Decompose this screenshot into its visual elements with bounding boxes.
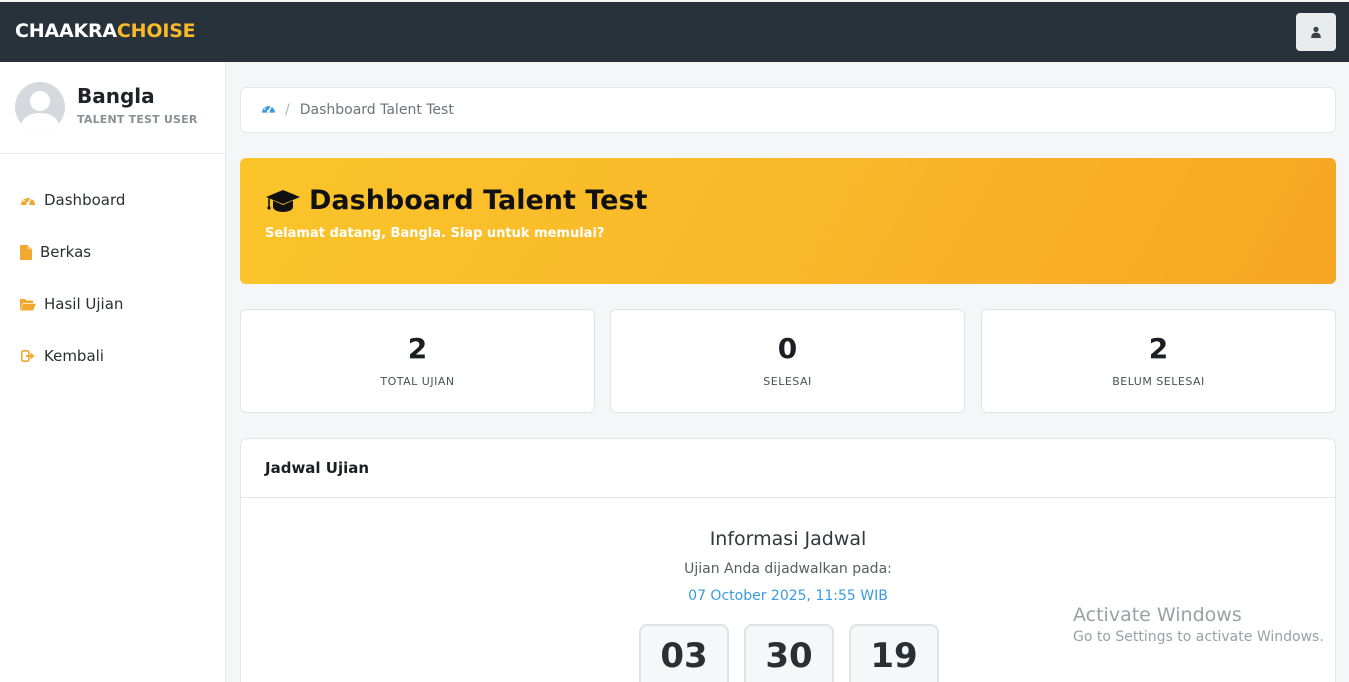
stat-selesai: 0 SELESAI xyxy=(610,309,965,413)
user-menu-button[interactable] xyxy=(1296,13,1336,51)
countdown-timer: 03 30 19 xyxy=(639,624,939,682)
profile-name: Bangla xyxy=(77,84,155,108)
welcome-banner: Dashboard Talent Test Selamat datang, Ba… xyxy=(240,158,1336,284)
activate-windows-watermark: Activate Windows Go to Settings to activ… xyxy=(1073,604,1324,645)
schedule-date: 07 October 2025, 11:55 WIB xyxy=(688,588,888,604)
avatar xyxy=(15,82,65,132)
profile-role: TALENT TEST USER xyxy=(77,113,198,126)
countdown-box: 19 xyxy=(849,624,939,682)
user-icon xyxy=(1310,23,1322,42)
watermark-line1: Activate Windows xyxy=(1073,604,1242,626)
hero-title-text: Dashboard Talent Test xyxy=(309,185,648,216)
countdown-box: 03 xyxy=(639,624,729,682)
stat-label: BELUM SELESAI xyxy=(1112,375,1205,388)
breadcrumb: / Dashboard Talent Test xyxy=(240,87,1336,133)
stat-value: 0 xyxy=(777,332,798,365)
graduation-cap-icon xyxy=(265,188,301,214)
watermark-line2: Go to Settings to activate Windows. xyxy=(1073,629,1324,645)
page-title: Dashboard Talent Test xyxy=(265,185,647,216)
dashboard-icon xyxy=(20,192,36,208)
stat-label: SELESAI xyxy=(763,375,812,388)
brand-logo[interactable]: CHAAKRACHOISE xyxy=(15,20,196,42)
sidebar-item-hasil-ujian[interactable]: Hasil Ujian xyxy=(0,278,225,330)
sidebar-item-label: Berkas xyxy=(40,243,92,261)
stat-label: TOTAL UJIAN xyxy=(380,375,455,388)
sidebar-item-label: Hasil Ujian xyxy=(44,295,124,313)
welcome-subtitle: Selamat datang, Bangla. Siap untuk memul… xyxy=(265,226,605,241)
sign-out-icon xyxy=(20,348,36,364)
folder-open-icon xyxy=(20,296,36,312)
sidebar-item-dashboard[interactable]: Dashboard xyxy=(0,174,225,226)
breadcrumb-separator: / xyxy=(285,102,290,118)
breadcrumb-current: Dashboard Talent Test xyxy=(299,102,454,118)
sidebar-item-label: Dashboard xyxy=(44,191,126,209)
sidebar-menu: Dashboard Berkas Hasil Ujian Kembali xyxy=(0,174,225,382)
user-profile: Bangla TALENT TEST USER xyxy=(0,62,225,154)
schedule-panel: Jadwal Ujian Informasi Jadwal Ujian Anda… xyxy=(240,438,1336,682)
top-navbar: CHAAKRACHOISE xyxy=(0,2,1349,62)
sidebar-item-label: Kembali xyxy=(44,347,104,365)
stat-belum-selesai: 2 BELUM SELESAI xyxy=(981,309,1336,413)
countdown-box: 30 xyxy=(744,624,834,682)
stat-total-ujian: 2 TOTAL UJIAN xyxy=(240,309,595,413)
schedule-info-title: Informasi Jadwal xyxy=(709,528,867,550)
schedule-heading: Jadwal Ujian xyxy=(241,439,1335,498)
sidebar: Bangla TALENT TEST USER Dashboard Berkas… xyxy=(0,62,226,682)
file-icon xyxy=(20,244,32,260)
stat-value: 2 xyxy=(407,332,428,365)
sidebar-item-kembali[interactable]: Kembali xyxy=(0,330,225,382)
brand-part2: CHOISE xyxy=(116,20,196,42)
sidebar-item-berkas[interactable]: Berkas xyxy=(0,226,225,278)
dashboard-icon[interactable] xyxy=(261,102,276,118)
stat-value: 2 xyxy=(1148,332,1169,365)
schedule-info-subtitle: Ujian Anda dijadwalkan pada: xyxy=(684,561,892,577)
brand-part1: CHAAKRA xyxy=(15,20,117,42)
